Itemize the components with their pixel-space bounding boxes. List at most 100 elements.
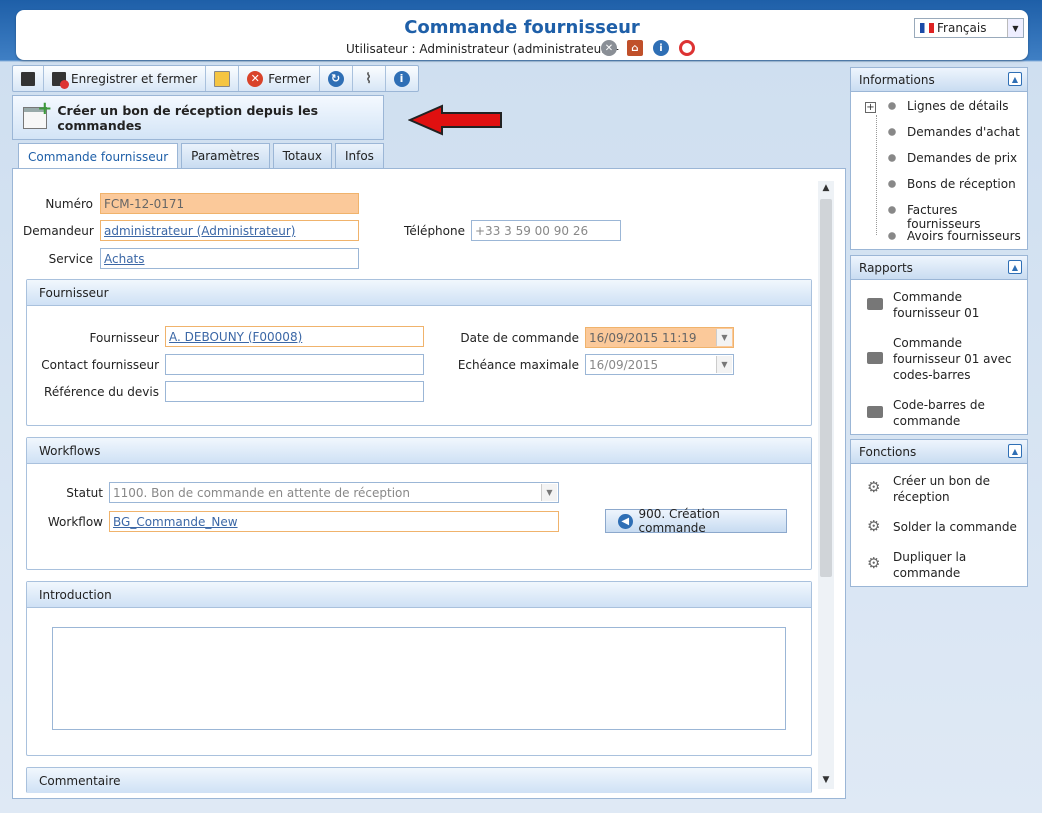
fournisseur-section-header[interactable]: Fournisseur (27, 280, 811, 306)
report-line: fournisseur 01 avec (893, 352, 1012, 366)
statut-value: 1100. Bon de commande en attente de réce… (113, 485, 410, 500)
collapse-icon[interactable]: ▲ (1008, 260, 1022, 274)
close-button[interactable]: ✕ Fermer (239, 66, 320, 91)
tree-line (876, 115, 877, 235)
window-header: Commande fournisseur Utilisateur : Admin… (16, 10, 1028, 60)
tab-totaux[interactable]: Totaux (272, 143, 332, 168)
workflow-field[interactable]: BG_Commande_New (109, 511, 559, 532)
info-icon[interactable]: i (653, 40, 669, 56)
fonctions-header[interactable]: Fonctions ▲ (851, 440, 1027, 464)
rapports-header[interactable]: Rapports ▲ (851, 256, 1027, 280)
save-close-button[interactable]: Enregistrer et fermer (44, 66, 207, 91)
informations-title: Informations (859, 72, 935, 87)
fournisseur-field[interactable]: A. DEBOUNY (F00008) (165, 326, 424, 347)
demandeur-field[interactable]: administrateur (Administrateur) (100, 220, 359, 241)
report-item-2[interactable]: Commande fournisseur 01 avec codes-barre… (893, 335, 1012, 383)
workflows-section-header[interactable]: Workflows (27, 438, 811, 464)
gear-icon: ⚙ (867, 554, 881, 572)
collapse-icon[interactable]: ▲ (1008, 72, 1022, 86)
introduction-textarea[interactable] (52, 627, 786, 730)
report-item-1[interactable]: Commande fournisseur 01 (893, 289, 979, 321)
function-item-solder[interactable]: Solder la commande (893, 519, 1017, 535)
function-line: Solder la commande (893, 520, 1017, 534)
report-item-3[interactable]: Code-barres de commande (893, 397, 985, 429)
save-close-icon (52, 71, 69, 89)
close-label: Fermer (268, 71, 311, 86)
function-item-creer[interactable]: Créer un bon de réception (893, 473, 990, 505)
chevron-down-icon[interactable]: ▼ (541, 484, 557, 501)
telephone-field[interactable]: +33 3 59 00 90 26 (471, 220, 621, 241)
workflows-section: Workflows (26, 437, 812, 570)
echeance-value: 16/09/2015 (589, 357, 659, 372)
chevron-down-icon: ▼ (1007, 19, 1023, 37)
collapse-icon[interactable]: ▲ (1008, 444, 1022, 458)
chevron-down-icon[interactable]: ▼ (716, 356, 732, 373)
save-button[interactable] (13, 66, 44, 91)
info-icon: i (393, 70, 410, 87)
refresh-icon: ↻ (327, 70, 344, 87)
info-button[interactable]: i (386, 66, 418, 91)
scroll-down-icon[interactable]: ▼ (818, 775, 834, 789)
service-label: Service (48, 252, 93, 266)
workflow-action-label: 900. Création commande (638, 507, 720, 535)
sidebar-item-factures[interactable]: Factures fournisseurs (907, 203, 1027, 231)
statut-field[interactable]: 1100. Bon de commande en attente de réce… (109, 482, 559, 503)
function-line: commande (893, 566, 961, 580)
scroll-up-icon[interactable]: ▲ (818, 183, 834, 197)
user-info: Utilisateur : Administrateur (administra… (346, 42, 619, 56)
commentaire-section: Commentaire (26, 767, 812, 793)
printer-icon (867, 298, 883, 310)
page-title: Commande fournisseur (404, 17, 640, 38)
paperclip-icon: ⌇ (365, 70, 372, 87)
sidebar-item-lignes[interactable]: Lignes de détails (907, 99, 1008, 113)
sidebar-item-avoirs[interactable]: Avoirs fournisseurs (907, 229, 1021, 243)
cog-group-icon (884, 178, 900, 190)
french-flag-icon (920, 23, 934, 33)
create-receipt-button[interactable]: + Créer un bon de réception depuis les c… (12, 95, 384, 140)
vertical-scrollbar[interactable]: ▲ ▼ (818, 181, 834, 789)
numero-field[interactable]: FCM-12-0171 (100, 193, 359, 214)
function-line: Créer un bon de (893, 474, 990, 488)
date-commande-field[interactable]: 16/09/2015 11:19 ▼ (585, 327, 734, 348)
tab-parametres[interactable]: Paramètres (181, 143, 270, 168)
informations-header[interactable]: Informations ▲ (851, 68, 1027, 92)
statut-label: Statut (66, 486, 103, 500)
fonctions-title: Fonctions (859, 444, 917, 459)
tab-commande-fournisseur[interactable]: Commande fournisseur (18, 143, 179, 169)
reference-devis-field[interactable] (165, 381, 424, 402)
workflow-action-button[interactable]: ◀ 900. Création commande (605, 507, 787, 535)
cog-group-icon (884, 230, 900, 242)
arrow-left-icon: ◀ (618, 513, 633, 529)
report-line: Commande (893, 290, 963, 304)
function-item-dupliquer[interactable]: Dupliquer la commande (893, 549, 966, 581)
introduction-section-header[interactable]: Introduction (27, 582, 811, 608)
sidebar-item-bons-reception[interactable]: Bons de réception (907, 177, 1016, 191)
home-icon[interactable]: ⌂ (627, 40, 643, 56)
help-icon[interactable] (679, 40, 695, 56)
attach-button[interactable]: ⌇ (353, 66, 386, 91)
chevron-down-icon[interactable]: ▼ (716, 329, 732, 346)
sidebar-item-demandes-prix[interactable]: Demandes de prix (907, 151, 1017, 165)
commentaire-section-header[interactable]: Commentaire (27, 768, 811, 793)
logout-icon[interactable]: ✕ (601, 40, 617, 56)
numero-label: Numéro (45, 197, 93, 211)
date-commande-label: Date de commande (460, 331, 579, 345)
scrollbar-thumb[interactable] (820, 199, 832, 577)
echeance-field[interactable]: 16/09/2015 ▼ (585, 354, 734, 375)
language-select[interactable]: Français ▼ (914, 18, 1024, 38)
refresh-button[interactable]: ↻ (320, 66, 353, 91)
gear-icon: ⚙ (867, 517, 881, 535)
sidebar-item-demandes-achat[interactable]: Demandes d'achat (907, 125, 1020, 139)
report-line: Commande (893, 336, 963, 350)
new-document-icon (214, 70, 231, 87)
printer-icon (867, 352, 883, 364)
tab-infos[interactable]: Infos (334, 143, 384, 168)
contact-fournisseur-field[interactable] (165, 354, 424, 375)
service-field[interactable]: Achats (100, 248, 359, 269)
contact-fournisseur-label: Contact fournisseur (41, 358, 159, 372)
new-document-button[interactable] (206, 66, 240, 91)
workflow-label: Workflow (47, 515, 103, 529)
fournisseur-section: Fournisseur Fournisseur A. DEBOUNY (F000… (26, 279, 812, 426)
cog-group-icon (884, 100, 900, 112)
expand-icon[interactable]: + (865, 102, 876, 113)
